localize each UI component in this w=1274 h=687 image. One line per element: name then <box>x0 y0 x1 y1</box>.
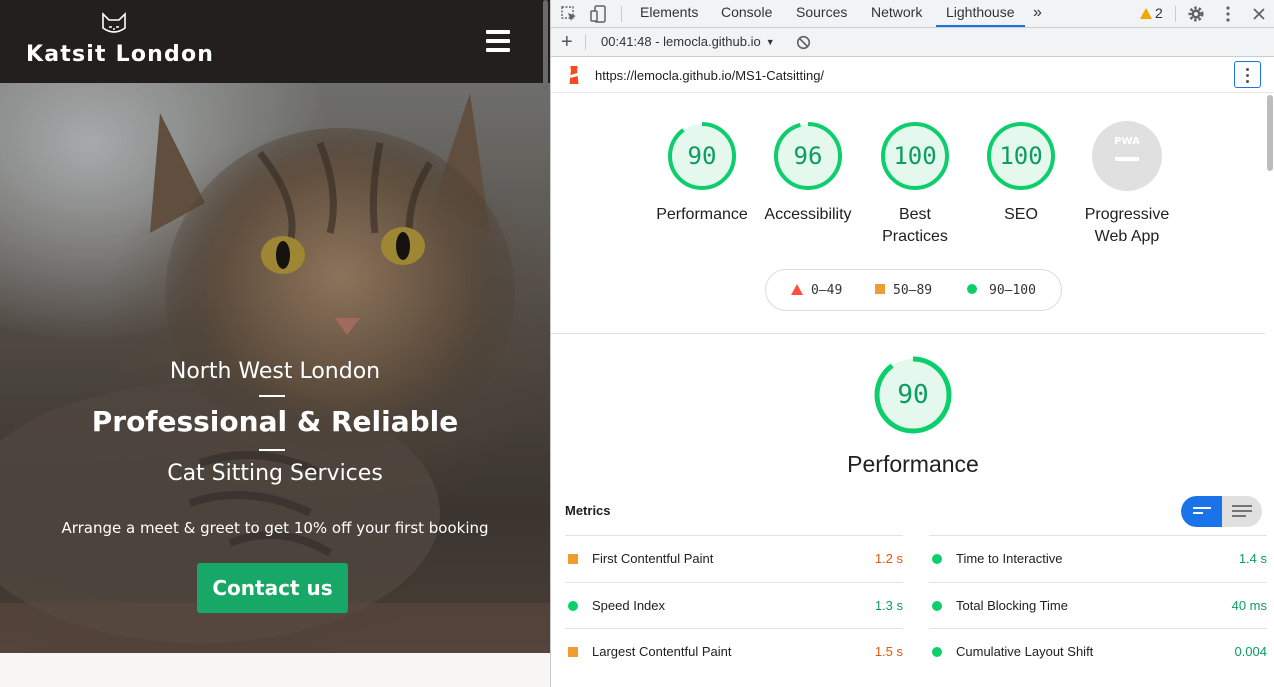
lighthouse-logo-icon <box>569 66 579 84</box>
pass-circle-icon <box>932 554 942 564</box>
gauge-seo[interactable]: 100 <box>985 120 1057 192</box>
tab-sources[interactable]: Sources <box>796 0 847 27</box>
lighthouse-toolbar: + 00:41:48 - lemocla.github.io ▼ <box>551 28 1274 57</box>
metric-value: 40 ms <box>1231 597 1267 613</box>
hero-tagline: Arrange a meet & greet to get 10% off yo… <box>61 519 489 537</box>
metric-row[interactable]: First Contentful Paint 1.2 s <box>565 535 903 581</box>
fail-triangle-icon <box>791 284 803 295</box>
website-viewport: Katsit London North West London Professi… <box>0 0 550 687</box>
tab-lighthouse[interactable]: Lighthouse <box>936 0 1025 27</box>
category-label-best-practices[interactable]: Best Practices <box>860 204 970 248</box>
hero-section: North West London Professional & Reliabl… <box>0 83 550 653</box>
metric-name: Speed Index <box>592 597 666 613</box>
gauge-best-practices[interactable]: 100 <box>879 120 951 192</box>
metric-value: 1.3 s <box>874 597 903 613</box>
pass-circle-icon <box>932 600 942 611</box>
metric-name: Cumulative Layout Shift <box>956 644 1094 659</box>
category-label-accessibility[interactable]: Accessibility <box>753 204 863 226</box>
devtools-scrollbar[interactable] <box>1265 93 1274 687</box>
report-url-bar: https://lemocla.github.io/MS1-Catsitting… <box>551 57 1274 93</box>
tab-console[interactable]: Console <box>721 0 772 27</box>
pwa-badge[interactable]: PWA <box>1091 120 1163 192</box>
warning-icon <box>1140 8 1152 19</box>
gauge-performance[interactable]: 90 <box>666 120 738 192</box>
metric-value: 0.004 <box>1234 644 1267 659</box>
metric-row[interactable]: Largest Contentful Paint 1.5 s <box>565 628 903 674</box>
metric-name: Largest Contentful Paint <box>592 644 732 659</box>
metric-name: Total Blocking Time <box>956 597 1068 613</box>
metric-name: Time to Interactive <box>956 551 1063 566</box>
metric-value: 1.4 s <box>1238 551 1267 566</box>
contact-us-button[interactable]: Contact us <box>197 563 348 613</box>
warnings-counter[interactable]: 2 <box>1140 5 1163 21</box>
pass-circle-icon <box>568 600 578 611</box>
metrics-heading: Metrics <box>565 503 611 518</box>
more-options-icon[interactable] <box>1218 4 1238 24</box>
close-icon[interactable] <box>1249 4 1269 24</box>
inspect-element-icon[interactable] <box>559 4 579 24</box>
metric-name: First Contentful Paint <box>592 551 714 566</box>
score-legend: 0–49 50–89 90–100 <box>765 269 1062 311</box>
report-url[interactable]: https://lemocla.github.io/MS1-Catsitting… <box>595 68 824 83</box>
page-scrollbar[interactable] <box>541 0 550 653</box>
hero-location: North West London <box>169 359 381 384</box>
more-tabs-icon[interactable]: » <box>1033 0 1042 27</box>
hero-divider <box>259 395 285 397</box>
legend-pass: 90–100 <box>967 283 1036 298</box>
pass-circle-icon <box>967 284 977 294</box>
category-label-performance[interactable]: Performance <box>647 204 757 226</box>
average-square-icon <box>568 554 578 564</box>
performance-score-gauge: 90 <box>873 355 953 435</box>
dropdown-caret-icon: ▼ <box>765 37 775 47</box>
expanded-view-icon[interactable] <box>1232 504 1252 518</box>
score-performance: 90 <box>687 142 717 170</box>
site-title[interactable]: Katsit London <box>26 42 214 67</box>
new-report-icon[interactable]: + <box>561 31 573 54</box>
hero-divider <box>259 449 285 451</box>
pwa-icon: PWA <box>1092 121 1162 191</box>
hamburger-menu-icon[interactable] <box>486 30 510 52</box>
report-selector[interactable]: 00:41:48 - lemocla.github.io ▼ <box>601 34 775 49</box>
report-menu-button[interactable] <box>1234 61 1261 88</box>
legend-fail: 0–49 <box>791 283 842 298</box>
metric-value: 1.5 s <box>874 644 903 659</box>
settings-gear-icon[interactable] <box>1186 4 1206 24</box>
device-toolbar-icon[interactable] <box>589 4 609 24</box>
hero-subheadline: Cat Sitting Services <box>167 461 383 486</box>
score-best-practices: 100 <box>893 142 937 170</box>
hero-headline: Professional & Reliable <box>91 405 459 438</box>
compact-view-icon[interactable] <box>1193 504 1211 518</box>
average-square-icon <box>568 647 578 657</box>
legend-average: 50–89 <box>875 283 932 298</box>
performance-score: 90 <box>897 380 929 410</box>
tab-elements[interactable]: Elements <box>640 0 698 27</box>
section-divider <box>551 333 1265 334</box>
tab-network[interactable]: Network <box>871 0 922 27</box>
pass-circle-icon <box>932 647 942 657</box>
gauge-accessibility[interactable]: 96 <box>772 120 844 192</box>
category-label-pwa[interactable]: Progressive Web App <box>1072 204 1182 248</box>
score-seo: 100 <box>999 142 1043 170</box>
devtools-tabbar: Elements Console Sources Network Lightho… <box>551 0 1274 28</box>
metric-row[interactable]: Cumulative Layout Shift 0.004 <box>929 628 1267 674</box>
metric-row[interactable]: Speed Index 1.3 s <box>565 581 903 628</box>
metrics-view-toggle[interactable] <box>1181 496 1262 527</box>
metric-row[interactable]: Total Blocking Time 40 ms <box>929 581 1267 628</box>
average-square-icon <box>875 284 885 294</box>
svg-text:PWA: PWA <box>1114 136 1140 147</box>
metric-value: 1.2 s <box>874 551 903 566</box>
clear-reports-icon[interactable] <box>796 35 811 50</box>
site-header: Katsit London <box>0 0 550 83</box>
performance-title: Performance <box>847 451 979 477</box>
category-label-seo[interactable]: SEO <box>966 204 1076 226</box>
score-accessibility: 96 <box>793 142 823 170</box>
cat-logo-icon <box>102 12 126 33</box>
devtools-panel: Elements Console Sources Network Lightho… <box>550 0 1274 687</box>
metric-row[interactable]: Time to Interactive 1.4 s <box>929 535 1267 581</box>
